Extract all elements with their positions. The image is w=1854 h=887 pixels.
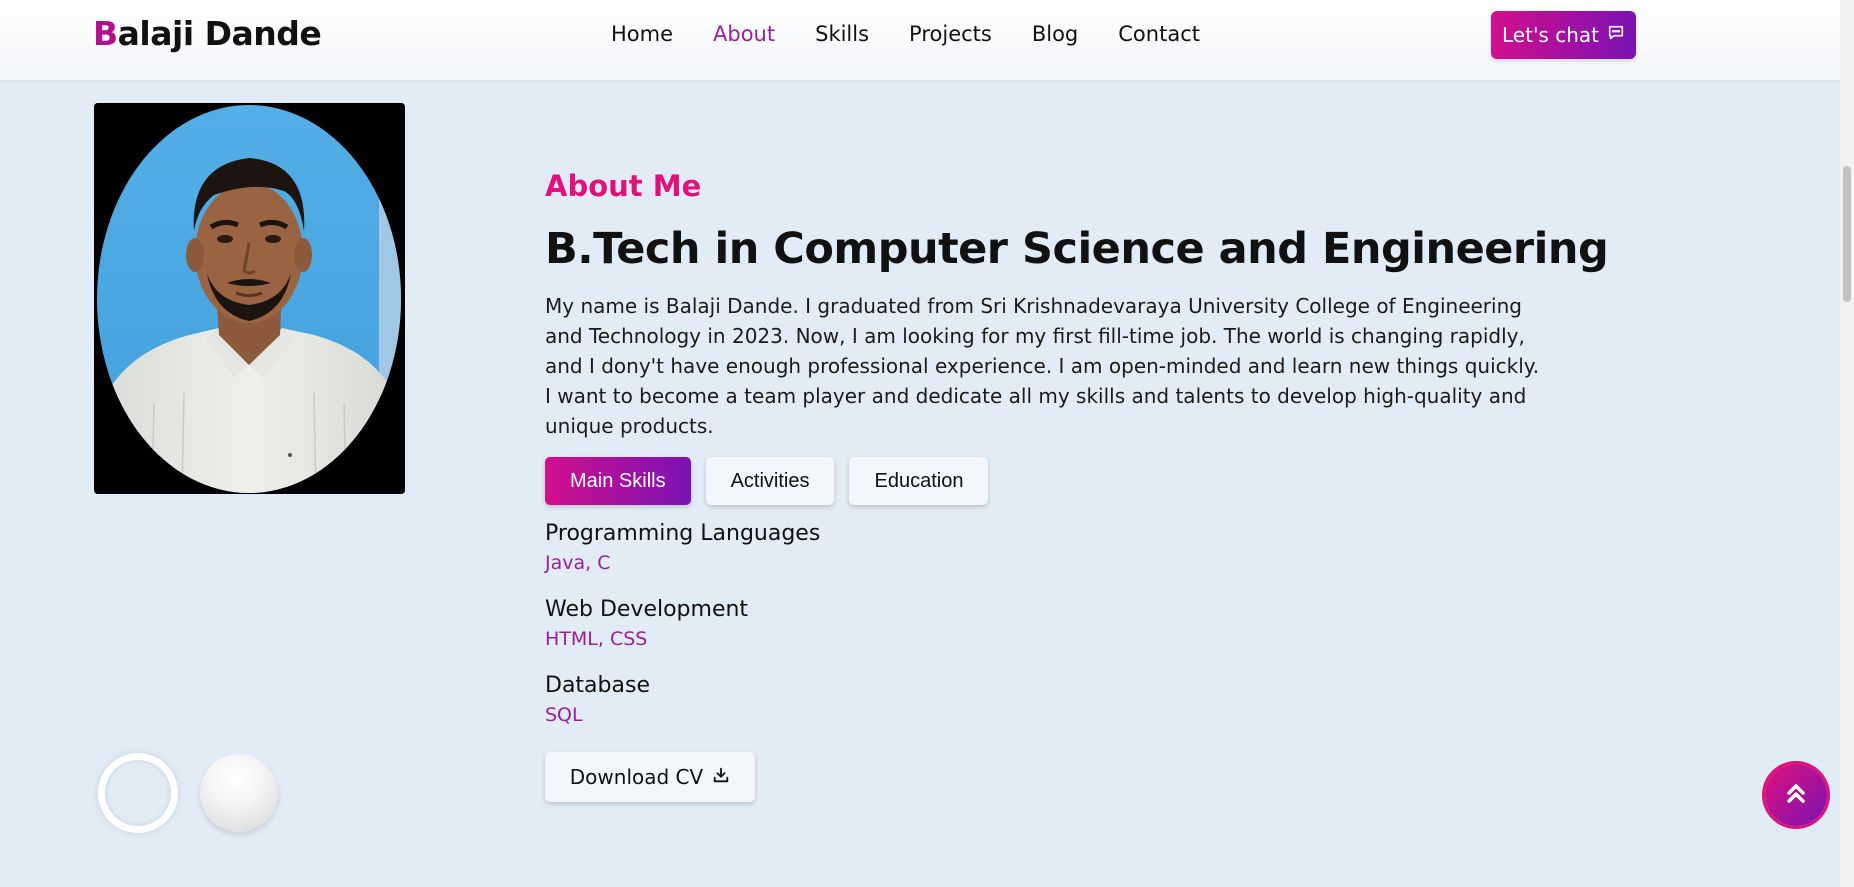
page-scrollbar[interactable] (1840, 0, 1854, 887)
nav-home[interactable]: Home (611, 22, 673, 46)
about-tabs: Main Skills Activities Education (545, 457, 989, 505)
section-label-about: About Me (545, 169, 702, 203)
lets-chat-label: Let's chat (1502, 23, 1599, 47)
site-header: Balaji Dande Home About Skills Projects … (0, 0, 1840, 80)
download-icon (712, 765, 730, 789)
about-bio: My name is Balaji Dande. I graduated fro… (545, 294, 1540, 438)
skill-title: Database (545, 673, 650, 698)
tab-main-skills[interactable]: Main Skills (545, 457, 691, 505)
skill-title: Programming Languages (545, 521, 821, 546)
decorative-ring (98, 753, 178, 833)
main-nav: Home About Skills Projects Blog Contact (611, 22, 1240, 46)
skill-group: Web Development HTML, CSS (545, 597, 748, 650)
about-headline: B.Tech in Computer Science and Engineeri… (545, 224, 1609, 274)
download-cv-button[interactable]: Download CV (545, 752, 755, 802)
skill-title: Web Development (545, 597, 749, 622)
tab-activities[interactable]: Activities (705, 457, 835, 505)
nav-projects[interactable]: Projects (909, 22, 992, 46)
skill-group: Database SQL (545, 673, 650, 726)
download-cv-label: Download CV (569, 765, 704, 789)
nav-blog[interactable]: Blog (1032, 22, 1078, 46)
nav-about[interactable]: About (713, 22, 775, 46)
nav-contact[interactable]: Contact (1118, 22, 1200, 46)
skill-value: Java, C (545, 552, 611, 574)
skill-value: HTML, CSS (545, 628, 648, 650)
decorative-sphere (200, 754, 278, 832)
chat-icon (1607, 23, 1625, 47)
skill-group: Programming Languages Java, C (545, 521, 820, 574)
back-to-top-button[interactable] (1765, 764, 1827, 826)
profile-photo (94, 103, 405, 494)
brand-logo[interactable]: Balaji Dande (93, 14, 322, 53)
nav-skills[interactable]: Skills (815, 22, 869, 46)
brand-name-rest: alaji Dande (117, 14, 322, 53)
brand-initial: B (93, 14, 118, 53)
double-chevron-up-icon (1782, 779, 1810, 811)
tab-education[interactable]: Education (849, 457, 989, 505)
skill-value: SQL (545, 704, 583, 726)
scrollbar-thumb[interactable] (1843, 166, 1851, 302)
lets-chat-button[interactable]: Let's chat (1491, 11, 1636, 59)
